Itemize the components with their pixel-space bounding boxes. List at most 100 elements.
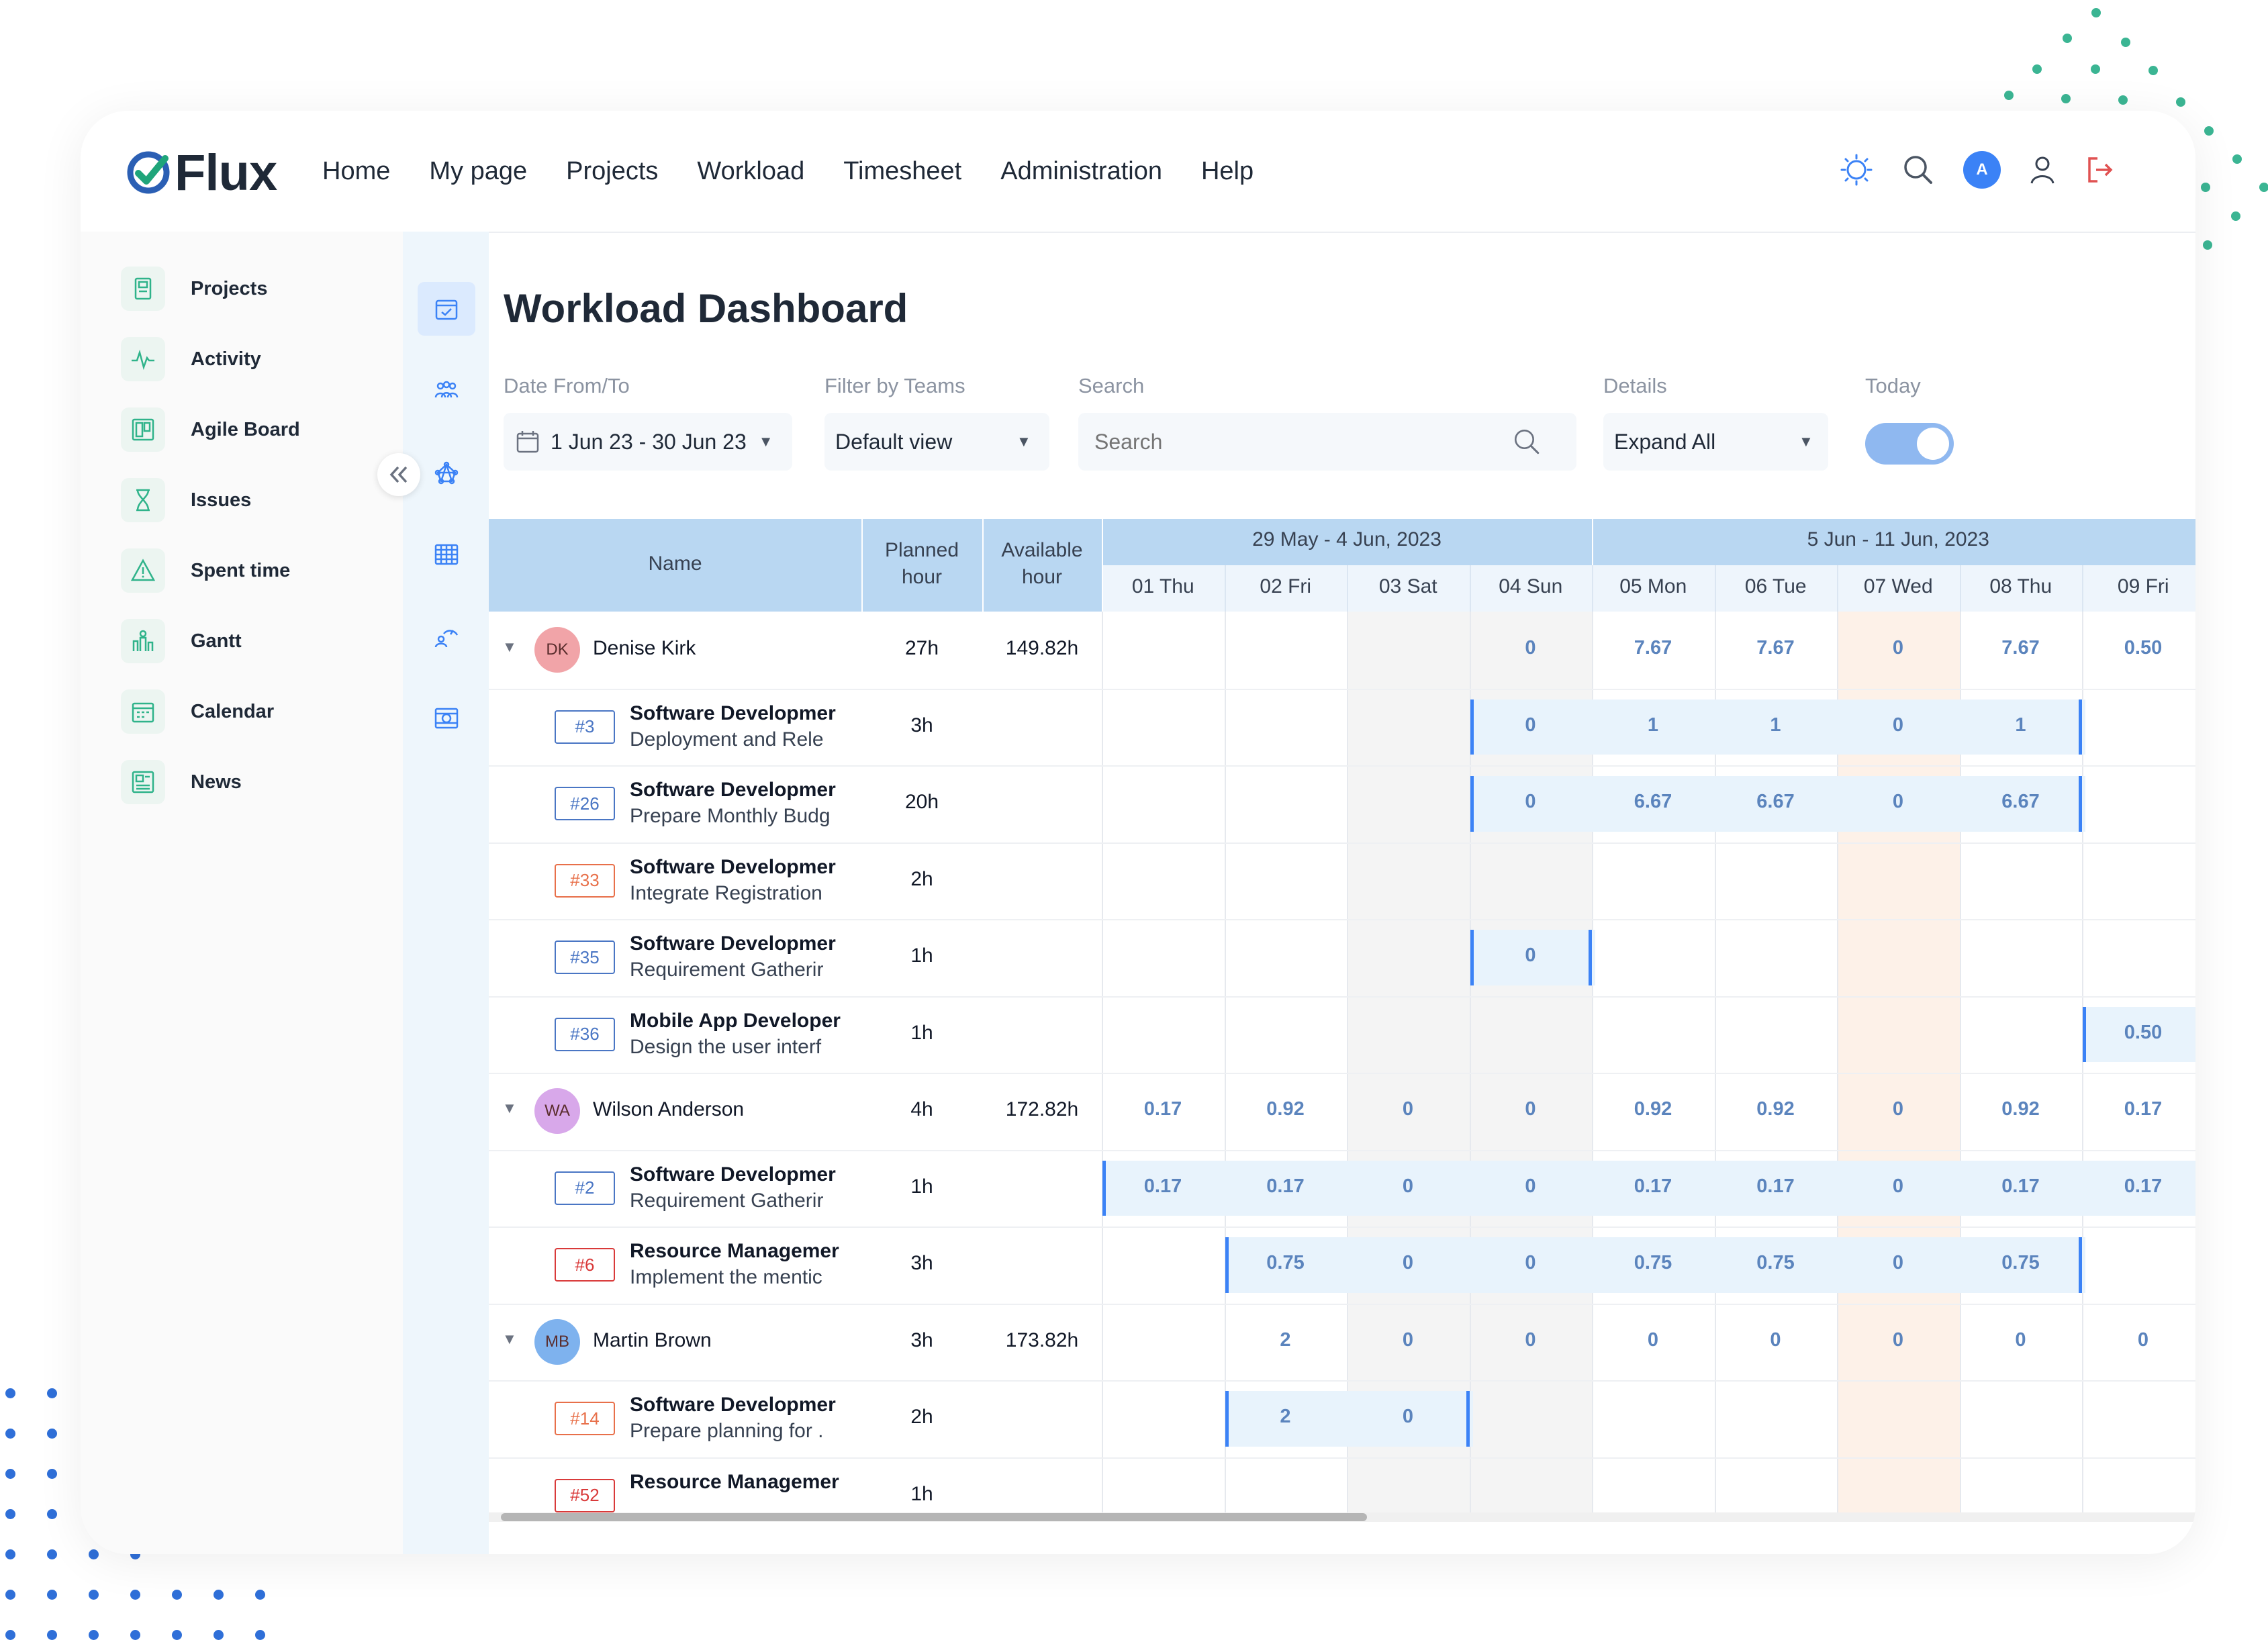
day-hours[interactable]: 0.75 [1715, 1252, 1837, 1274]
issue-tag[interactable]: #35 [555, 940, 615, 974]
sidebar-item-issues[interactable]: Issues [121, 473, 251, 527]
network-icon[interactable] [418, 446, 475, 499]
day-hours[interactable]: 0 [1470, 945, 1592, 967]
horizontal-scrollbar[interactable] [489, 1512, 2195, 1522]
issue-tag[interactable]: #6 [555, 1248, 615, 1282]
nav-workload[interactable]: Workload [697, 157, 804, 186]
nav-projects[interactable]: Projects [566, 157, 658, 186]
day-hours[interactable]: 0.92 [1715, 1098, 1837, 1120]
day-hours[interactable]: 0.92 [1592, 1098, 1714, 1120]
nav-timesheet[interactable]: Timesheet [843, 157, 961, 186]
logo[interactable]: Flux [125, 144, 277, 201]
day-hours[interactable]: 0.17 [2082, 1175, 2195, 1198]
search-input[interactable] [1093, 428, 1512, 455]
task-title[interactable]: Mobile App Developer [630, 1010, 861, 1032]
task-title[interactable]: Resource Managemer [630, 1471, 861, 1494]
expand-caret-icon[interactable]: ▼ [502, 1331, 517, 1348]
day-hours[interactable]: 0.92 [1225, 1098, 1347, 1120]
day-hours[interactable]: 0 [1470, 1329, 1592, 1351]
table-icon[interactable] [418, 528, 475, 581]
search-icon[interactable] [1901, 153, 1935, 187]
day-hours[interactable]: 0 [1837, 1175, 1959, 1198]
day-hours[interactable]: 0 [1837, 1098, 1959, 1120]
day-hours[interactable]: 0 [1347, 1252, 1469, 1274]
sidebar-item-activity[interactable]: Activity [121, 332, 261, 386]
day-hours[interactable]: 7.67 [1960, 637, 2082, 659]
sidebar-item-spent-time[interactable]: Spent time [121, 544, 290, 597]
date-range-picker[interactable]: 1 Jun 23 - 30 Jun 23 ▼ [504, 413, 792, 471]
search-icon[interactable] [1512, 427, 1542, 456]
details-select[interactable]: Expand All ▼ [1603, 413, 1828, 471]
today-toggle[interactable] [1865, 423, 1954, 465]
task-title[interactable]: Software Developmer [630, 1163, 861, 1186]
day-hours[interactable]: 0 [1837, 714, 1959, 736]
day-hours[interactable]: 6.67 [1592, 791, 1714, 813]
sidebar-item-news[interactable]: News [121, 755, 242, 809]
day-hours[interactable]: 0 [1347, 1175, 1469, 1198]
calendar-check-icon[interactable] [418, 282, 475, 336]
team-icon[interactable] [418, 364, 475, 418]
task-title[interactable]: Software Developmer [630, 932, 861, 955]
day-hours[interactable]: 0 [1837, 791, 1959, 813]
expand-caret-icon[interactable]: ▼ [502, 1100, 517, 1117]
sidebar-item-gantt[interactable]: Gantt [121, 614, 242, 668]
user-icon[interactable] [2029, 155, 2056, 185]
day-hours[interactable]: 0 [1837, 1252, 1959, 1274]
task-title[interactable]: Software Developmer [630, 702, 861, 725]
day-hours[interactable]: 2 [1225, 1406, 1347, 1428]
sidebar-item-agile-board[interactable]: Agile Board [121, 403, 300, 456]
day-hours[interactable]: 1 [1715, 714, 1837, 736]
day-hours[interactable]: 7.67 [1592, 637, 1714, 659]
day-hours[interactable]: 0.75 [1225, 1252, 1347, 1274]
day-hours[interactable]: 7.67 [1715, 637, 1837, 659]
day-hours[interactable]: 0 [1470, 714, 1592, 736]
collapse-sidebar-button[interactable] [377, 453, 420, 496]
day-hours[interactable]: 0.17 [1960, 1175, 2082, 1198]
logout-icon[interactable] [2084, 154, 2115, 185]
day-hours[interactable]: 0 [1715, 1329, 1837, 1351]
teams-select[interactable]: Default view ▼ [824, 413, 1049, 471]
task-title[interactable]: Software Developmer [630, 856, 861, 879]
day-hours[interactable]: 6.67 [1715, 791, 1837, 813]
user-avatar[interactable]: A [1963, 151, 2001, 189]
day-hours[interactable]: 0 [1837, 637, 1959, 659]
day-hours[interactable]: 0 [2082, 1329, 2195, 1351]
expand-caret-icon[interactable]: ▼ [502, 638, 517, 656]
day-hours[interactable]: 0.75 [1960, 1252, 2082, 1274]
sidebar-item-calendar[interactable]: Calendar [121, 685, 274, 738]
day-hours[interactable]: 0 [1837, 1329, 1959, 1351]
day-hours[interactable]: 0.17 [1102, 1098, 1224, 1120]
day-hours[interactable]: 0 [1470, 1175, 1592, 1198]
day-hours[interactable]: 2 [1225, 1329, 1347, 1351]
nav-home[interactable]: Home [322, 157, 390, 186]
day-hours[interactable]: 0 [1347, 1098, 1469, 1120]
day-hours[interactable]: 0.75 [1592, 1252, 1714, 1274]
issue-tag[interactable]: #2 [555, 1171, 615, 1205]
task-title[interactable]: Software Developmer [630, 1394, 861, 1416]
day-hours[interactable]: 0 [1347, 1329, 1469, 1351]
day-hours[interactable]: 0.17 [1102, 1175, 1224, 1198]
day-hours[interactable]: 1 [1960, 714, 2082, 736]
day-hours[interactable]: 0 [1347, 1406, 1469, 1428]
issue-tag[interactable]: #36 [555, 1017, 615, 1051]
issue-tag[interactable]: #52 [555, 1478, 615, 1512]
issue-tag[interactable]: #33 [555, 863, 615, 898]
issue-tag[interactable]: #3 [555, 710, 615, 744]
scrollbar-thumb[interactable] [501, 1513, 1367, 1521]
day-hours[interactable]: 1 [1592, 714, 1714, 736]
search-field[interactable] [1078, 413, 1576, 471]
issue-tag[interactable]: #26 [555, 787, 615, 820]
task-title[interactable]: Resource Managemer [630, 1240, 861, 1263]
day-hours[interactable]: 0 [1470, 791, 1592, 813]
day-hours[interactable]: 0.50 [2082, 1022, 2195, 1044]
grid-cog-icon[interactable] [418, 691, 475, 745]
issue-tag[interactable]: #14 [555, 1402, 615, 1435]
nav-help[interactable]: Help [1201, 157, 1254, 186]
nav-my-page[interactable]: My page [429, 157, 527, 186]
day-hours[interactable]: 0 [1592, 1329, 1714, 1351]
day-hours[interactable]: 6.67 [1960, 791, 2082, 813]
day-hours[interactable]: 0 [1470, 1252, 1592, 1274]
day-hours[interactable]: 0.92 [1960, 1098, 2082, 1120]
sidebar-item-projects[interactable]: Projects [121, 262, 267, 316]
sun-icon[interactable] [1840, 153, 1873, 187]
